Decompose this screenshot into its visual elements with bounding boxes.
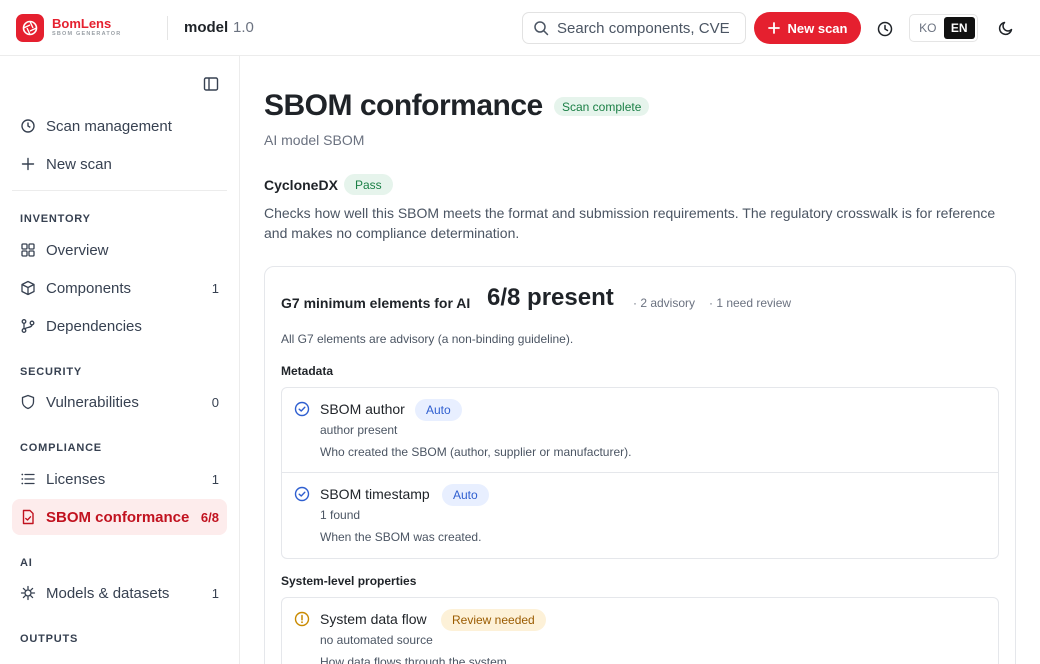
history-button[interactable] (874, 18, 896, 40)
g7-present-count: 6/8 present (487, 284, 614, 311)
element-name: SBOM timestamp (320, 486, 430, 502)
moon-icon (998, 21, 1013, 36)
search-placeholder: Search components, CVE (557, 19, 730, 37)
search-icon (534, 21, 549, 36)
format-name: CycloneDX (264, 177, 338, 193)
element-detail: no automated source (320, 633, 433, 647)
page-subtitle: AI model SBOM (264, 132, 365, 148)
top-bar: BomLens SBOM GENERATOR model 1.0 Search … (0, 0, 1040, 56)
element-row-sbom-timestamp[interactable]: SBOM timestamp Auto 1 found When the SBO… (282, 473, 998, 558)
sidebar-divider (12, 190, 227, 191)
main-content: SBOM conformance Scan complete AI model … (240, 56, 1040, 664)
brand: BomLens SBOM GENERATOR (52, 17, 121, 38)
sidebar-item-overview[interactable]: Overview (12, 232, 227, 268)
sidebar-item-count: 1 (211, 585, 219, 601)
g7-advisory-count: · 2 advisory (633, 296, 696, 310)
sidebar-item-label: Vulnerabilities (46, 393, 139, 411)
element-explanation: When the SBOM was created. (320, 530, 482, 544)
sidebar-item-label: Models & datasets (46, 584, 170, 602)
g7-card: G7 minimum elements for AI 6/8 present ·… (264, 266, 1016, 664)
lang-en-option[interactable]: EN (943, 17, 975, 39)
clock-icon (877, 21, 893, 37)
sidebar-item-label: SBOM conformance (46, 508, 190, 526)
auto-badge: Auto (442, 484, 489, 506)
project-name[interactable]: model (184, 19, 228, 36)
element-row-sbom-author[interactable]: SBOM author Auto author present Who crea… (282, 388, 998, 473)
element-explanation: How data flows through the system. (320, 655, 511, 664)
list-icon (20, 471, 36, 487)
element-detail: author present (320, 423, 398, 437)
section-ai: AI (20, 557, 33, 569)
sidebar-item-label: New scan (46, 155, 112, 173)
git-branch-icon (20, 318, 36, 334)
new-scan-label: New scan (787, 20, 848, 36)
header-divider (167, 16, 168, 40)
element-name: System data flow (320, 611, 427, 627)
sidebar-item-sbom-conformance[interactable]: SBOM conformance 6/8 (12, 499, 227, 535)
sidebar-item-new-scan[interactable]: New scan (12, 146, 227, 182)
element-row-system-data-flow[interactable]: System data flow Review needed no automa… (282, 598, 998, 664)
review-needed-badge: Review needed (441, 609, 546, 631)
brand-tagline: SBOM GENERATOR (52, 31, 122, 37)
element-explanation: Who created the SBOM (author, supplier o… (320, 445, 632, 459)
brand-name: BomLens (52, 16, 112, 31)
history-icon (20, 118, 36, 134)
group-label-metadata: Metadata (281, 364, 334, 378)
file-check-icon (20, 509, 36, 525)
brand-logo-icon[interactable] (16, 14, 44, 42)
g7-title: G7 minimum elements for AI (281, 295, 471, 311)
search-input[interactable]: Search components, CVE (522, 12, 746, 44)
format-result-badge: Pass (344, 174, 393, 195)
section-compliance: COMPLIANCE (20, 442, 102, 454)
section-security: SECURITY (20, 366, 83, 378)
sidebar-item-scan-management[interactable]: Scan management (12, 108, 227, 144)
check-circle-icon (294, 401, 310, 417)
box-icon (20, 280, 36, 296)
auto-badge: Auto (415, 399, 462, 421)
project-version: 1.0 (233, 19, 254, 36)
new-scan-button[interactable]: New scan (754, 12, 861, 44)
conformance-description: Checks how well this SBOM meets the form… (264, 205, 996, 241)
check-circle-icon (294, 486, 310, 502)
sidebar-item-count: 0 (211, 394, 219, 410)
plus-icon (20, 156, 36, 172)
collapse-sidebar-button[interactable] (201, 74, 221, 94)
grid-icon (20, 242, 36, 258)
element-detail: 1 found (320, 508, 361, 522)
status-badge: Scan complete (554, 97, 650, 116)
group-metadata: SBOM author Auto author present Who crea… (281, 387, 999, 559)
section-inventory: INVENTORY (20, 213, 91, 225)
alert-circle-icon (294, 611, 310, 627)
sidebar-item-count: 1 (211, 280, 219, 296)
shield-icon (20, 394, 36, 410)
sidebar-item-count: 1 (211, 471, 219, 487)
sidebar-item-label: Scan management (46, 117, 172, 135)
lang-ko-option[interactable]: KO (912, 17, 944, 39)
g7-review-count: · 1 need review (709, 296, 792, 310)
sidebar-item-label: Dependencies (46, 317, 142, 335)
page-title: SBOM conformance (264, 89, 543, 122)
sidebar-toggle-icon (203, 77, 219, 91)
sidebar-item-licenses[interactable]: Licenses 1 (12, 461, 227, 497)
sidebar-item-models-datasets[interactable]: Models & datasets 1 (12, 575, 227, 611)
sidebar-item-dependencies[interactable]: Dependencies (12, 308, 227, 344)
plus-icon (767, 22, 780, 34)
sidebar-item-components[interactable]: Components 1 (12, 270, 227, 306)
element-name: SBOM author (320, 401, 405, 417)
theme-toggle[interactable] (995, 17, 1017, 39)
section-outputs: OUTPUTS (20, 633, 79, 645)
group-label-system-properties: System-level properties (281, 574, 417, 588)
language-toggle: KO EN (909, 14, 978, 42)
g7-note: All G7 elements are advisory (a non-bind… (281, 332, 574, 346)
sidebar-item-label: Licenses (46, 470, 106, 488)
cpu-icon (20, 585, 36, 601)
sidebar-item-label: Components (46, 279, 132, 297)
group-system-properties: System data flow Review needed no automa… (281, 597, 999, 664)
sidebar-item-count: 6/8 (200, 509, 219, 525)
sidebar-item-label: Overview (46, 241, 109, 259)
sidebar-item-vulnerabilities[interactable]: Vulnerabilities 0 (12, 384, 227, 420)
aperture-icon (22, 20, 38, 36)
sidebar: Scan management New scan INVENTORY Overv… (0, 56, 240, 664)
